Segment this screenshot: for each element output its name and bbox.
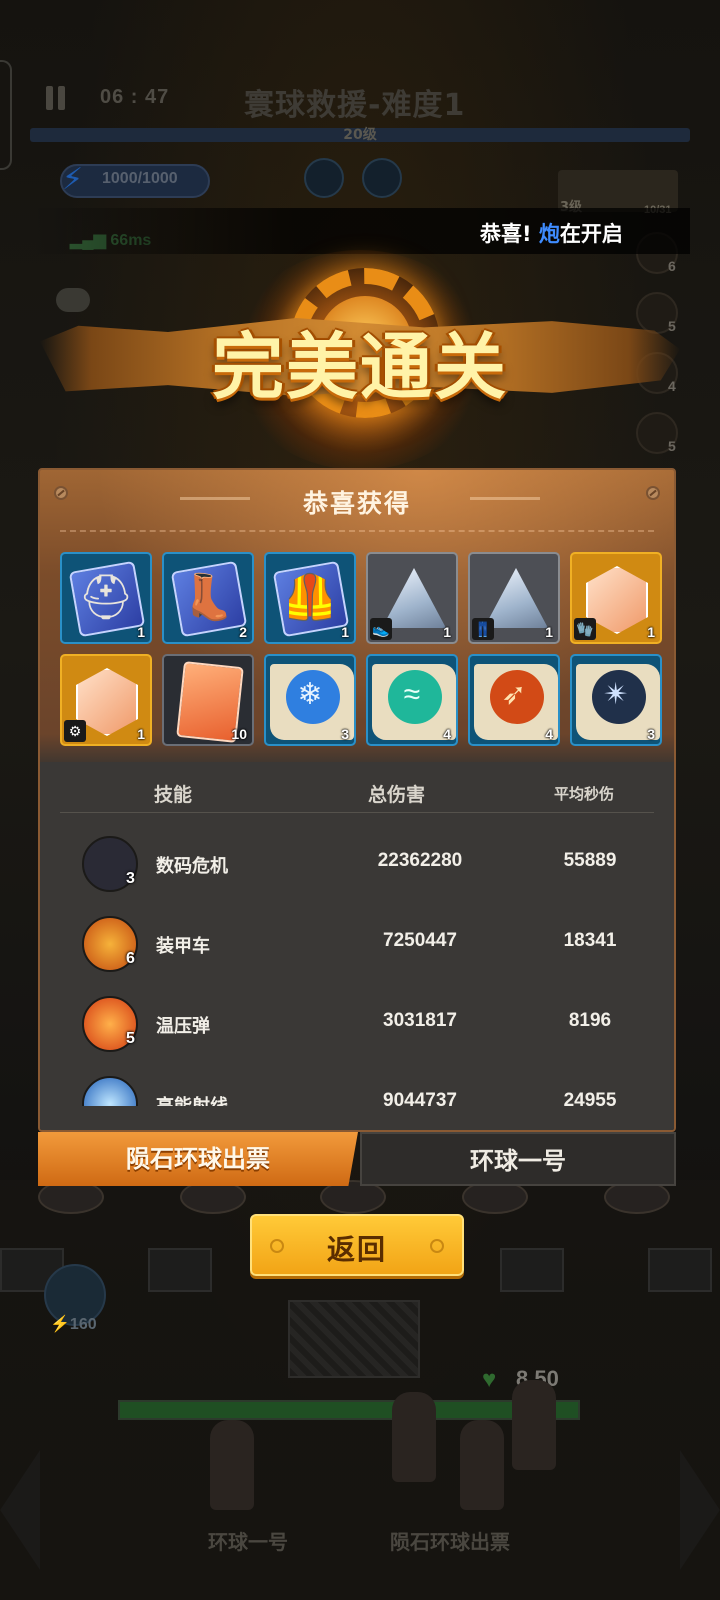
reward-item[interactable]: 🦺 1 — [264, 552, 356, 644]
reward-item[interactable]: ➶ 4 — [468, 654, 560, 746]
shuriken-glyph: ✴ — [603, 677, 629, 711]
side-skill-count: 5 — [668, 438, 676, 454]
victory-title: 完美通关 — [211, 325, 508, 409]
armor-card-icon: 🦺 — [282, 573, 338, 622]
reward-item[interactable]: 👢 2 — [162, 552, 254, 644]
col-total-damage: 总伤害 — [368, 784, 426, 806]
item-count: 1 — [647, 624, 655, 640]
buff-slot-2 — [362, 158, 402, 198]
helmet-card-icon: ⛑ — [78, 573, 134, 622]
item-count: 1 — [545, 624, 553, 640]
side-frame — [0, 60, 12, 170]
skill-name: 装甲车 — [156, 936, 210, 957]
skill-level: 5 — [126, 1030, 135, 1047]
reward-item[interactable]: 🧤 1 — [570, 552, 662, 644]
skill-level: 6 — [126, 950, 135, 967]
avg-dps: 18341 — [563, 930, 617, 951]
total-damage: 22362280 — [377, 850, 463, 871]
bolt-icon — [430, 1239, 444, 1253]
wall-block — [148, 1248, 212, 1292]
item-count: 1 — [341, 624, 349, 640]
side-skill-count: 6 — [668, 258, 676, 274]
pants-tag-icon: 👖 — [472, 618, 494, 640]
reward-title: 恭喜获得 — [302, 489, 411, 518]
tab-meteor-ticket[interactable]: 陨石环球出票 — [38, 1132, 358, 1186]
damage-stats: 技能 总伤害 平均秒伤 3 数码危机 22362280 55889 6 装甲车 … — [40, 762, 674, 1130]
wall-block — [500, 1248, 564, 1292]
col-skill: 技能 — [154, 784, 193, 806]
item-count: 1 — [443, 624, 451, 640]
ability-cost-value: 160 — [69, 1316, 97, 1333]
buff-slot-1 — [304, 158, 344, 198]
col-avg-dps: 平均秒伤 — [554, 785, 615, 803]
hero-label: 陨石环球出票 — [390, 1530, 510, 1554]
stat-row: 3 数码危机 22362280 55889 — [40, 836, 674, 916]
stat-row: 5 温压弹 3031817 8196 — [40, 996, 674, 1076]
base-gate — [288, 1300, 420, 1378]
pause-icon[interactable] — [44, 86, 68, 112]
reward-item[interactable]: 👟 1 — [366, 552, 458, 644]
stat-row: 6 装甲车 7250447 18341 — [40, 916, 674, 996]
stage-title: 寰球救援-难度1 — [244, 88, 466, 123]
energy-bolt-icon: ⚡ — [62, 163, 84, 196]
item-count: 2 — [239, 624, 247, 640]
item-count: 3 — [341, 726, 349, 742]
stats-divider — [60, 812, 654, 813]
energy-value: 1000/1000 — [102, 170, 178, 187]
reward-item[interactable]: ✴ 3 — [570, 654, 662, 746]
panel-divider — [60, 530, 654, 532]
total-damage: 3031817 — [383, 1010, 457, 1031]
hero-sprite — [460, 1420, 504, 1510]
avg-dps: 55889 — [563, 850, 617, 871]
hero-sprite — [512, 1380, 556, 1470]
wall-block — [648, 1248, 712, 1292]
level-label: 20级 — [343, 127, 377, 143]
hero-label: 环球一号 — [208, 1530, 288, 1554]
avg-dps: 8196 — [568, 1010, 612, 1031]
skill-name: 数码危机 — [156, 856, 228, 877]
skill-name: 温压弹 — [156, 1016, 210, 1037]
avg-dps: 24955 — [563, 1090, 617, 1106]
hero-sprite — [392, 1392, 436, 1482]
item-count: 1 — [137, 624, 145, 640]
broadcast-text: 恭喜! 炮在开启 — [480, 218, 632, 248]
reward-panel: 恭喜获得 ⛑ 1 👢 2 🦺 1 👟 1 👖 1 🧤 1 ⚙ 1 10 ❄ 3 … — [38, 468, 676, 1132]
boots-card-icon: 👢 — [180, 573, 236, 622]
belt-tag-icon: ⚙ — [64, 720, 86, 742]
skill-name: 高能射线 — [156, 1092, 228, 1106]
reward-item[interactable]: ⛑ 1 — [60, 552, 152, 644]
ability-cost: ⚡160 — [50, 1316, 97, 1333]
heart-icon: ♥ — [482, 1366, 497, 1393]
reward-item[interactable]: 👖 1 — [468, 552, 560, 644]
item-count: 4 — [443, 726, 451, 742]
reward-item[interactable]: ⚙ 1 — [60, 654, 152, 746]
item-count: 10 — [231, 726, 247, 742]
stage-timer: 06 : 47 — [100, 86, 170, 108]
base-hp-bar — [118, 1400, 580, 1420]
ice-glyph: ❄ — [297, 677, 323, 711]
total-damage: 9044737 — [383, 1090, 457, 1106]
item-count: 4 — [545, 726, 553, 742]
energy-beam-icon — [82, 1076, 138, 1106]
skill-level: 3 — [126, 870, 135, 887]
broadcast-suffix: 在开启 — [559, 222, 623, 246]
tab-global-one[interactable]: 环球一号 — [360, 1132, 676, 1186]
fire-glyph: ➶ — [501, 677, 527, 711]
reward-item[interactable]: ❄ 3 — [264, 654, 356, 746]
stat-row: 高能射线 9044737 24955 — [40, 1076, 674, 1106]
shoe-tag-icon: 👟 — [370, 618, 392, 640]
hero-sprite — [210, 1420, 254, 1510]
glove-tag-icon: 🧤 — [574, 618, 596, 640]
reward-item[interactable]: ≈ 4 — [366, 654, 458, 746]
total-damage: 7250447 — [383, 930, 457, 951]
reward-item[interactable]: 10 — [162, 654, 254, 746]
broadcast-highlight: 炮 — [538, 222, 560, 246]
wind-glyph: ≈ — [403, 677, 421, 711]
item-count: 3 — [647, 726, 655, 742]
broadcast-prefix: 恭喜! — [480, 222, 532, 246]
back-button[interactable]: 返回 — [250, 1214, 464, 1276]
item-count: 1 — [137, 726, 145, 742]
